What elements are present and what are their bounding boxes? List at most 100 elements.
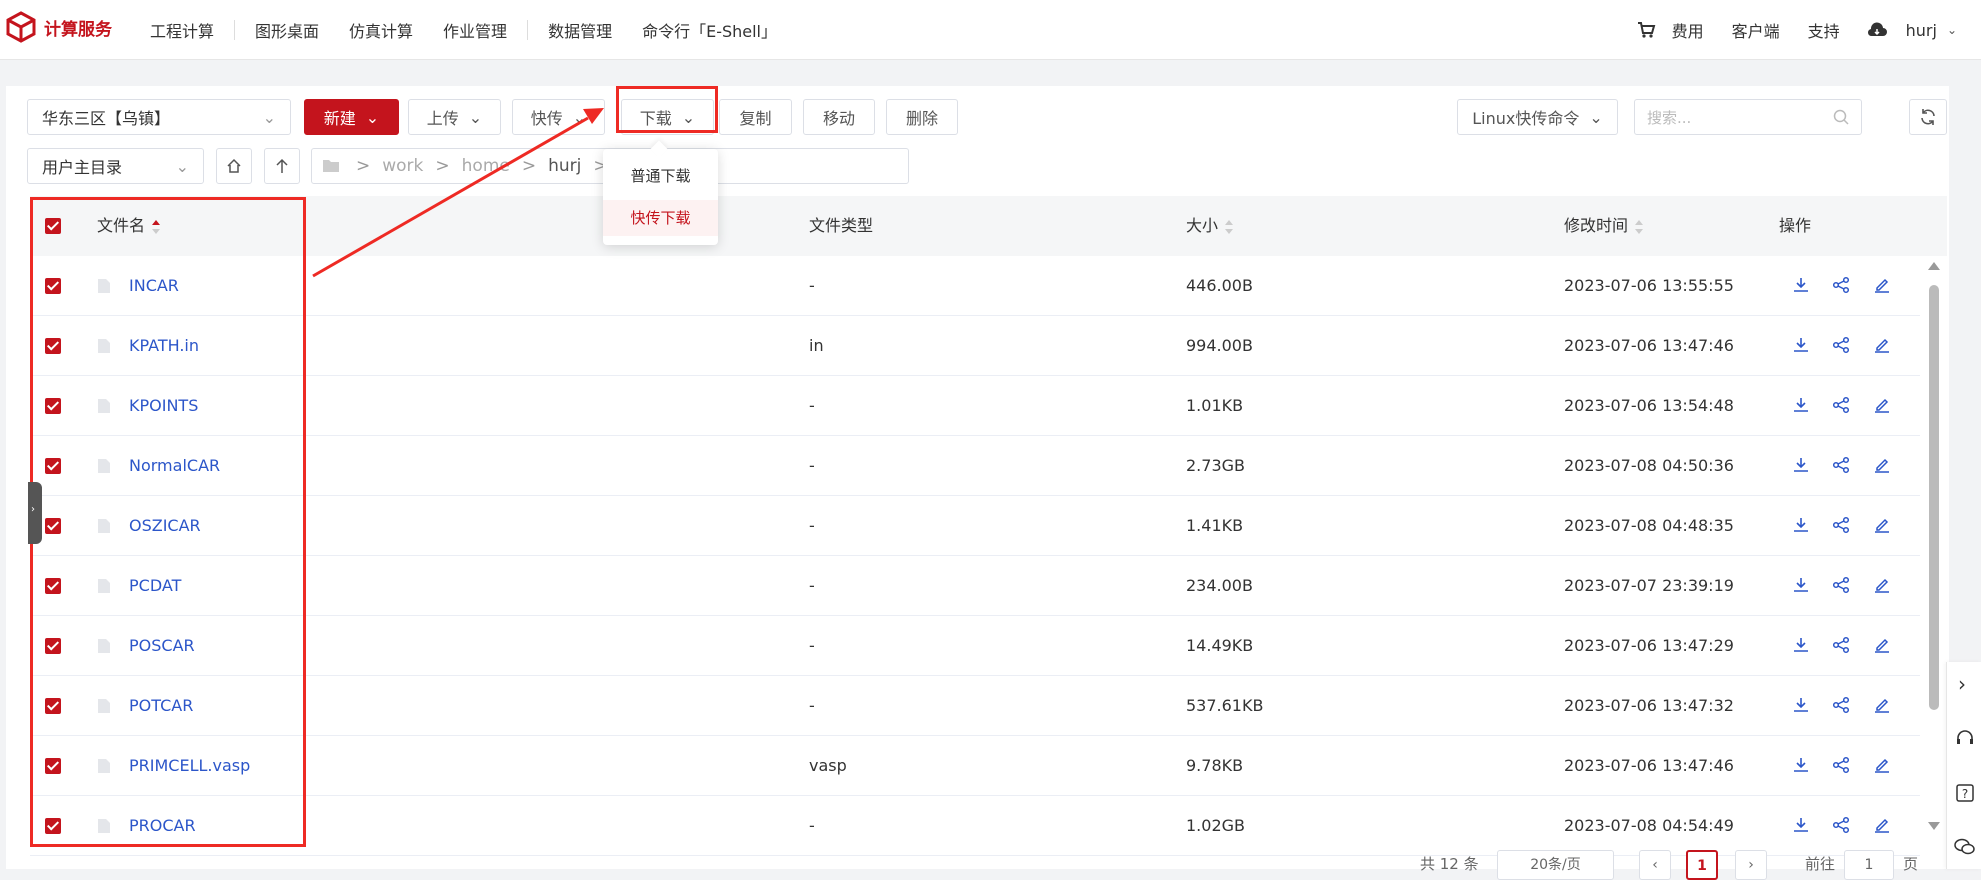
sort-icon[interactable] xyxy=(1634,219,1644,235)
table-row[interactable]: INCAR - 446.00B 2023-07-06 13:55:55 xyxy=(30,256,1920,316)
table-row[interactable]: KPOINTS - 1.01KB 2023-07-06 13:54:48 xyxy=(30,376,1920,436)
edit-icon[interactable] xyxy=(1873,756,1891,774)
share-icon[interactable] xyxy=(1832,516,1850,534)
nav-client[interactable]: 客户端 xyxy=(1732,18,1780,42)
delete-button[interactable]: 删除 xyxy=(886,99,958,135)
table-row[interactable]: PROCAR - 1.02GB 2023-07-08 04:54:49 xyxy=(30,796,1920,856)
table-row[interactable]: KPATH.in in 994.00B 2023-07-06 13:47:46 xyxy=(30,316,1920,376)
sidebar-collapse-tab[interactable]: › xyxy=(28,482,42,544)
home-button[interactable] xyxy=(216,148,252,184)
upload-button[interactable]: 上传 ⌄ xyxy=(408,99,501,135)
edit-icon[interactable] xyxy=(1873,816,1891,834)
nav-eshell[interactable]: 命令行「E-Shell」 xyxy=(642,18,777,42)
share-icon[interactable] xyxy=(1832,576,1850,594)
file-modified: 2023-07-06 13:47:46 xyxy=(1564,336,1734,355)
file-type: - xyxy=(809,456,815,475)
table-row[interactable]: NormalCAR - 2.73GB 2023-07-08 04:50:36 xyxy=(30,436,1920,496)
nav-support[interactable]: 支持 xyxy=(1808,18,1840,42)
file-size: 234.00B xyxy=(1186,576,1253,595)
parent-dir-button[interactable] xyxy=(264,148,300,184)
fast-transfer-button[interactable]: 快传 ⌄ xyxy=(512,99,605,135)
download-icon[interactable] xyxy=(1792,276,1810,294)
edit-icon[interactable] xyxy=(1873,396,1891,414)
cart-icon[interactable] xyxy=(1636,20,1656,40)
share-icon[interactable] xyxy=(1832,336,1850,354)
edit-icon[interactable] xyxy=(1873,696,1891,714)
download-icon[interactable] xyxy=(1792,516,1810,534)
home-dir-select[interactable]: 用户主目录 ⌄ xyxy=(27,148,204,184)
breadcrumb-item-home[interactable]: home xyxy=(462,156,510,176)
share-icon[interactable] xyxy=(1832,816,1850,834)
table-row[interactable]: POTCAR - 537.61KB 2023-07-06 13:47:32 xyxy=(30,676,1920,736)
linux-command-select[interactable]: Linux快传命令 ⌄ xyxy=(1457,99,1618,135)
nav-desktop[interactable]: 图形桌面 xyxy=(255,18,319,42)
search-icon[interactable] xyxy=(1833,109,1849,125)
edit-icon[interactable] xyxy=(1873,576,1891,594)
scroll-down-arrow[interactable] xyxy=(1928,822,1940,830)
help-icon[interactable]: ? xyxy=(1955,783,1975,803)
table-scrollbar-thumb[interactable] xyxy=(1929,285,1939,710)
chevron-down-icon[interactable]: ⌄ xyxy=(1947,23,1957,37)
share-icon[interactable] xyxy=(1832,456,1850,474)
chevron-down-icon: ⌄ xyxy=(262,107,276,127)
download-icon[interactable] xyxy=(1792,696,1810,714)
share-icon[interactable] xyxy=(1832,696,1850,714)
breadcrumb-item-work[interactable]: work xyxy=(382,156,423,176)
table-row[interactable]: POSCAR - 14.49KB 2023-07-06 13:47:29 xyxy=(30,616,1920,676)
page-size-select[interactable]: 20条/页 xyxy=(1497,850,1614,880)
nav-fee[interactable]: 费用 xyxy=(1672,18,1704,42)
move-button[interactable]: 移动 xyxy=(803,99,875,135)
edit-icon[interactable] xyxy=(1873,636,1891,654)
chevron-right-icon[interactable]: › xyxy=(1958,672,1966,696)
nav-simulation[interactable]: 仿真计算 xyxy=(349,18,413,42)
refresh-button[interactable] xyxy=(1909,99,1947,135)
column-header-size[interactable]: 大小 xyxy=(1186,196,1234,256)
share-icon[interactable] xyxy=(1832,276,1850,294)
table-row[interactable]: OSZICAR - 1.41KB 2023-07-08 04:48:35 xyxy=(30,496,1920,556)
headset-icon[interactable] xyxy=(1955,728,1975,748)
sort-icon[interactable] xyxy=(1224,219,1234,235)
search-input[interactable]: 搜索... xyxy=(1634,99,1862,135)
download-icon[interactable] xyxy=(1792,816,1810,834)
edit-icon[interactable] xyxy=(1873,456,1891,474)
page-size-value: 20条/页 xyxy=(1530,857,1581,873)
download-dropdown-menu: 普通下载 快传下载 xyxy=(603,140,718,245)
edit-icon[interactable] xyxy=(1873,516,1891,534)
download-icon[interactable] xyxy=(1792,576,1810,594)
nav-engineering[interactable]: 工程计算 xyxy=(150,18,214,42)
nav-jobs[interactable]: 作业管理 xyxy=(443,18,507,42)
menu-item-normal-download[interactable]: 普通下载 xyxy=(603,158,718,194)
scroll-up-arrow[interactable] xyxy=(1928,262,1940,270)
download-icon[interactable] xyxy=(1792,756,1810,774)
copy-button[interactable]: 复制 xyxy=(719,99,792,135)
top-navbar: 计算服务 工程计算 图形桌面 仿真计算 作业管理 数据管理 命令行「E-Shel… xyxy=(0,0,1981,60)
page-number-current[interactable]: 1 xyxy=(1686,850,1718,880)
region-select[interactable]: 华东三区【乌镇】 ⌄ xyxy=(27,99,291,135)
prev-page-button[interactable]: ‹ xyxy=(1639,850,1671,880)
download-icon[interactable] xyxy=(1792,336,1810,354)
pagination-total: 共 12 条 xyxy=(1420,855,1479,873)
download-icon[interactable] xyxy=(1792,636,1810,654)
column-header-modified[interactable]: 修改时间 xyxy=(1564,196,1644,256)
file-modified: 2023-07-06 13:47:29 xyxy=(1564,636,1734,655)
nav-data[interactable]: 数据管理 xyxy=(548,18,612,42)
wechat-icon[interactable] xyxy=(1954,837,1976,857)
cloud-icon[interactable] xyxy=(1866,21,1888,39)
logo[interactable]: 计算服务 xyxy=(6,11,112,43)
download-icon[interactable] xyxy=(1792,396,1810,414)
goto-page-input[interactable]: 1 xyxy=(1844,850,1894,880)
menu-item-fast-download[interactable]: 快传下载 xyxy=(603,200,718,236)
table-row[interactable]: PRIMCELL.vasp vasp 9.78KB 2023-07-06 13:… xyxy=(30,736,1920,796)
new-button[interactable]: 新建 ⌄ xyxy=(304,99,399,135)
edit-icon[interactable] xyxy=(1873,336,1891,354)
share-icon[interactable] xyxy=(1832,396,1850,414)
breadcrumb-item-hurj[interactable]: hurj xyxy=(548,156,581,176)
download-icon[interactable] xyxy=(1792,456,1810,474)
move-button-label: 移动 xyxy=(822,109,855,128)
share-icon[interactable] xyxy=(1832,636,1850,654)
next-page-button[interactable]: › xyxy=(1735,850,1767,880)
edit-icon[interactable] xyxy=(1873,276,1891,294)
table-row[interactable]: PCDAT - 234.00B 2023-07-07 23:39:19 xyxy=(30,556,1920,616)
share-icon[interactable] xyxy=(1832,756,1850,774)
user-name[interactable]: hurj xyxy=(1906,21,1937,40)
